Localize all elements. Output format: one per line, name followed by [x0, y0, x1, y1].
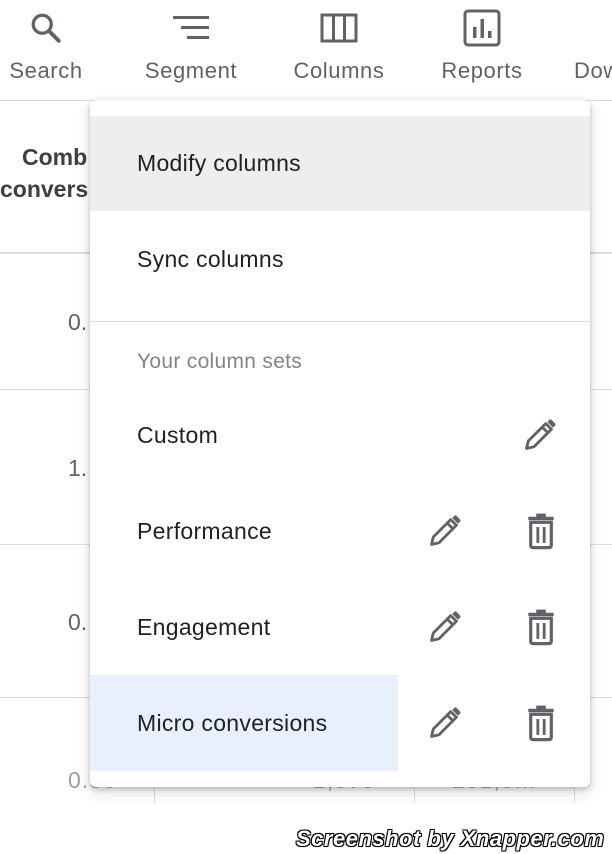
search-button[interactable]: Search: [0, 0, 92, 100]
trash-icon[interactable]: [521, 607, 561, 647]
columns-button[interactable]: Columns: [280, 0, 398, 100]
columns-icon: [319, 8, 359, 48]
column-set-name: Engagement: [137, 613, 271, 640]
download-icon: [574, 8, 612, 48]
table-cell: 0.: [68, 309, 88, 335]
column-set-custom[interactable]: Custom: [90, 387, 590, 483]
segment-button[interactable]: Segment: [132, 0, 250, 100]
pencil-icon[interactable]: [425, 703, 465, 743]
trash-icon[interactable]: [521, 511, 561, 551]
pencil-icon[interactable]: [425, 607, 465, 647]
search-label: Search: [9, 58, 83, 83]
column-set-micro-conversions[interactable]: Micro conversions: [90, 675, 590, 771]
download-label: Dow: [574, 58, 612, 83]
pencil-icon[interactable]: [520, 415, 560, 455]
column-header-line2: convers: [0, 176, 89, 202]
table-cell: 0.: [68, 609, 88, 635]
toolbar: Search Segment Columns Reports Dow: [0, 0, 612, 101]
watermark: Screenshot by Xnapper.com: [296, 826, 605, 851]
pencil-icon[interactable]: [425, 511, 465, 551]
download-button[interactable]: Dow: [574, 0, 612, 100]
column-set-name: Performance: [137, 517, 272, 544]
column-sets-header: Your column sets: [137, 350, 303, 373]
column-set-performance[interactable]: Performance: [90, 483, 590, 579]
columns-dropdown-menu: Modify columns Sync columns Your column …: [90, 100, 590, 787]
search-icon: [26, 8, 66, 48]
reports-icon: [462, 8, 502, 48]
trash-icon[interactable]: [521, 703, 561, 743]
table-cell: 1.: [68, 455, 88, 481]
reports-label: Reports: [441, 58, 523, 83]
column-set-engagement[interactable]: Engagement: [90, 579, 590, 675]
modify-columns-item[interactable]: Modify columns: [90, 116, 590, 211]
reports-button[interactable]: Reports: [426, 0, 538, 100]
column-set-name: Custom: [137, 421, 219, 448]
column-header-line1: Comb: [22, 144, 88, 170]
segment-label: Segment: [144, 58, 238, 83]
menu-divider: [90, 321, 590, 322]
segment-icon: [171, 8, 211, 48]
sync-columns-label: Sync columns: [137, 245, 284, 272]
column-header[interactable]: Comb convers: [0, 141, 88, 205]
column-set-name: Micro conversions: [137, 709, 328, 736]
columns-label: Columns: [293, 58, 385, 83]
sync-columns-item[interactable]: Sync columns: [90, 211, 590, 307]
modify-columns-label: Modify columns: [137, 150, 301, 176]
